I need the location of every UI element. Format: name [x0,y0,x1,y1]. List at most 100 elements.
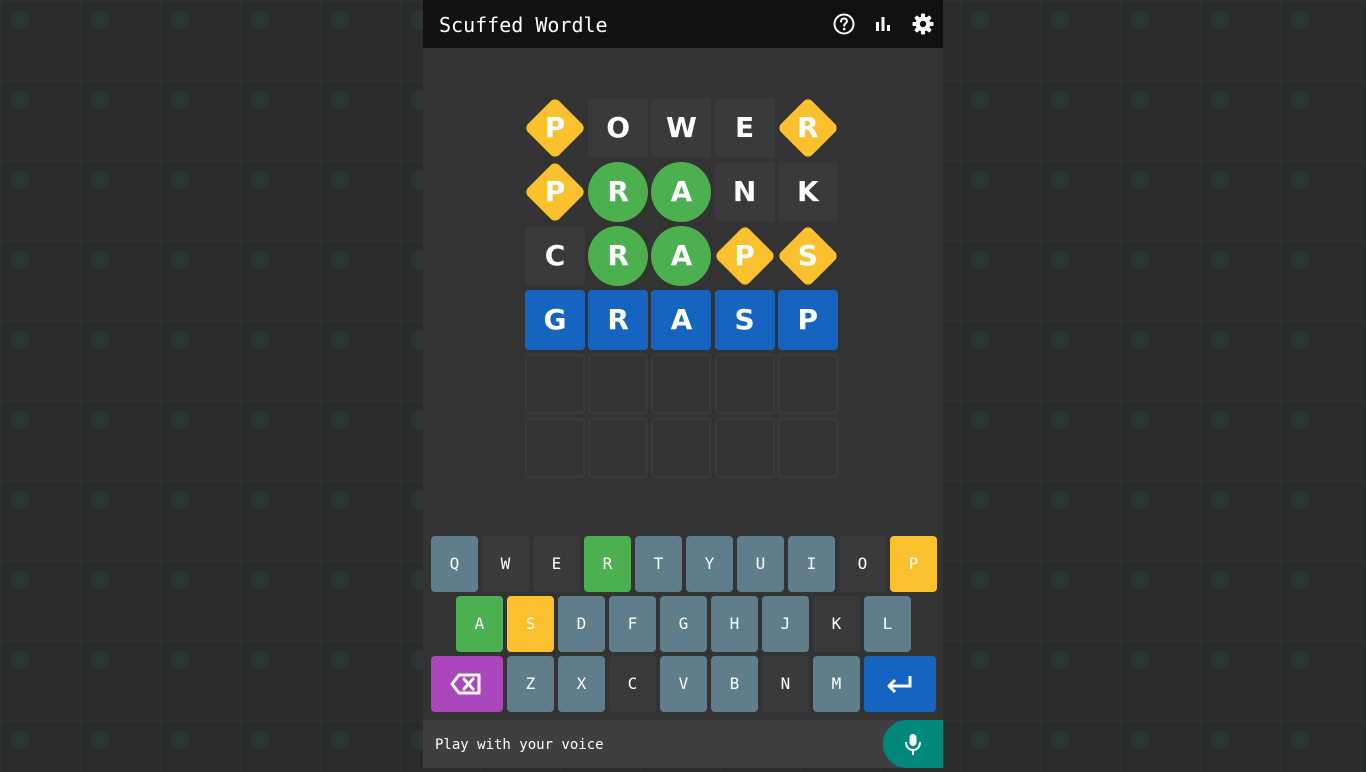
key-e[interactable]: E [533,536,580,592]
tile-answer: P [777,290,838,350]
guess-board: POWERPRANKCRAPSGRASP [523,96,841,482]
tile-letter [778,418,838,478]
stats-icon[interactable] [871,12,895,36]
tile-letter: P [734,239,755,272]
tile-empty [714,418,775,478]
key-t[interactable]: T [635,536,682,592]
tile-letter: C [544,239,566,272]
key-o[interactable]: O [839,536,886,592]
key-p[interactable]: P [890,536,937,592]
board-row [525,418,841,478]
tile-letter: P [544,111,566,144]
tile-empty [777,354,838,414]
tile-letter [525,418,585,478]
tile-letter: R [607,303,629,336]
key-f[interactable]: F [609,596,656,652]
tile-present: P [523,160,587,224]
key-q[interactable]: Q [431,536,478,592]
key-s[interactable]: S [507,596,554,652]
keyboard-row: ASDFGHJKL [431,596,935,652]
app-title: Scuffed Wordle [439,13,608,37]
tile-letter [525,354,585,414]
tile-empty [588,354,649,414]
tile-letter [715,354,775,414]
backspace-icon [450,673,481,695]
tile-letter: R [607,239,629,272]
tile-present: P [713,224,776,288]
tile-absent: K [777,162,838,222]
tile-letter: G [543,303,567,336]
microphone-icon [905,734,921,755]
tile-present: R [776,96,839,160]
key-h[interactable]: H [711,596,758,652]
tile-answer: R [588,290,649,350]
tile-answer: A [651,290,712,350]
tile-letter: K [796,175,819,208]
key-m[interactable]: M [813,656,860,712]
tile-absent: E [714,98,775,158]
tile-letter [651,354,711,414]
key-i[interactable]: I [788,536,835,592]
tile-empty [651,354,712,414]
board-row: G R A SP [525,290,841,350]
key-a[interactable]: A [456,596,503,652]
key-x[interactable]: X [558,656,605,712]
game-container: Scuffed Wordle P O W E R P R A N K C R A… [423,0,943,768]
tile-absent: C [525,226,585,286]
keyboard-row: ZXCVBNM [431,656,936,712]
enter-icon [887,676,912,694]
tile-correct: A [651,162,712,222]
help-icon[interactable] [832,12,856,36]
key-v[interactable]: V [660,656,707,712]
key-k[interactable]: K [813,596,860,652]
tile-letter: A [670,175,693,208]
tile-absent: O [588,98,649,158]
tile-letter: S [734,303,755,336]
keyboard-row: QWERTYUIOP [431,536,937,592]
settings-icon[interactable] [911,12,935,36]
tile-letter [588,418,648,478]
tile-letter: S [797,239,818,272]
tile-letter: A [670,303,693,336]
key-w[interactable]: W [482,536,529,592]
board-row: CRAPS [525,224,841,288]
key-g[interactable]: G [660,596,707,652]
tile-correct: R [588,162,649,222]
tile-letter: W [665,111,697,144]
key-y[interactable]: Y [686,536,733,592]
key-j[interactable]: J [762,596,809,652]
tile-answer: G [525,290,585,350]
key-l[interactable]: L [864,596,911,652]
tile-letter: E [735,111,755,144]
tile-empty [777,418,838,478]
board-row: POWER [523,96,841,160]
tile-letter: R [607,175,629,208]
key-z[interactable]: Z [507,656,554,712]
backspace-key[interactable] [431,656,503,712]
key-r[interactable]: R [584,536,631,592]
key-n[interactable]: N [762,656,809,712]
tile-letter: R [797,111,819,144]
tile-present: P [523,96,587,160]
tile-empty [588,418,649,478]
voice-label: Play with your voice [435,737,604,753]
enter-key[interactable] [864,656,936,712]
tile-empty [525,354,585,414]
voice-bar: Play with your voice [423,720,943,768]
tile-letter [715,418,775,478]
key-u[interactable]: U [737,536,784,592]
tile-letter: A [670,239,693,272]
key-c[interactable]: C [609,656,656,712]
tile-correct: A [651,226,712,286]
tile-letter: O [606,111,631,144]
tile-absent: N [714,162,775,222]
board-row [525,354,841,414]
tile-empty [525,418,585,478]
tile-answer: S [714,290,775,350]
tile-empty [651,418,712,478]
tile-letter: P [544,175,566,208]
key-d[interactable]: D [558,596,605,652]
voice-button[interactable] [883,720,943,768]
key-b[interactable]: B [711,656,758,712]
tile-letter: N [732,175,757,208]
